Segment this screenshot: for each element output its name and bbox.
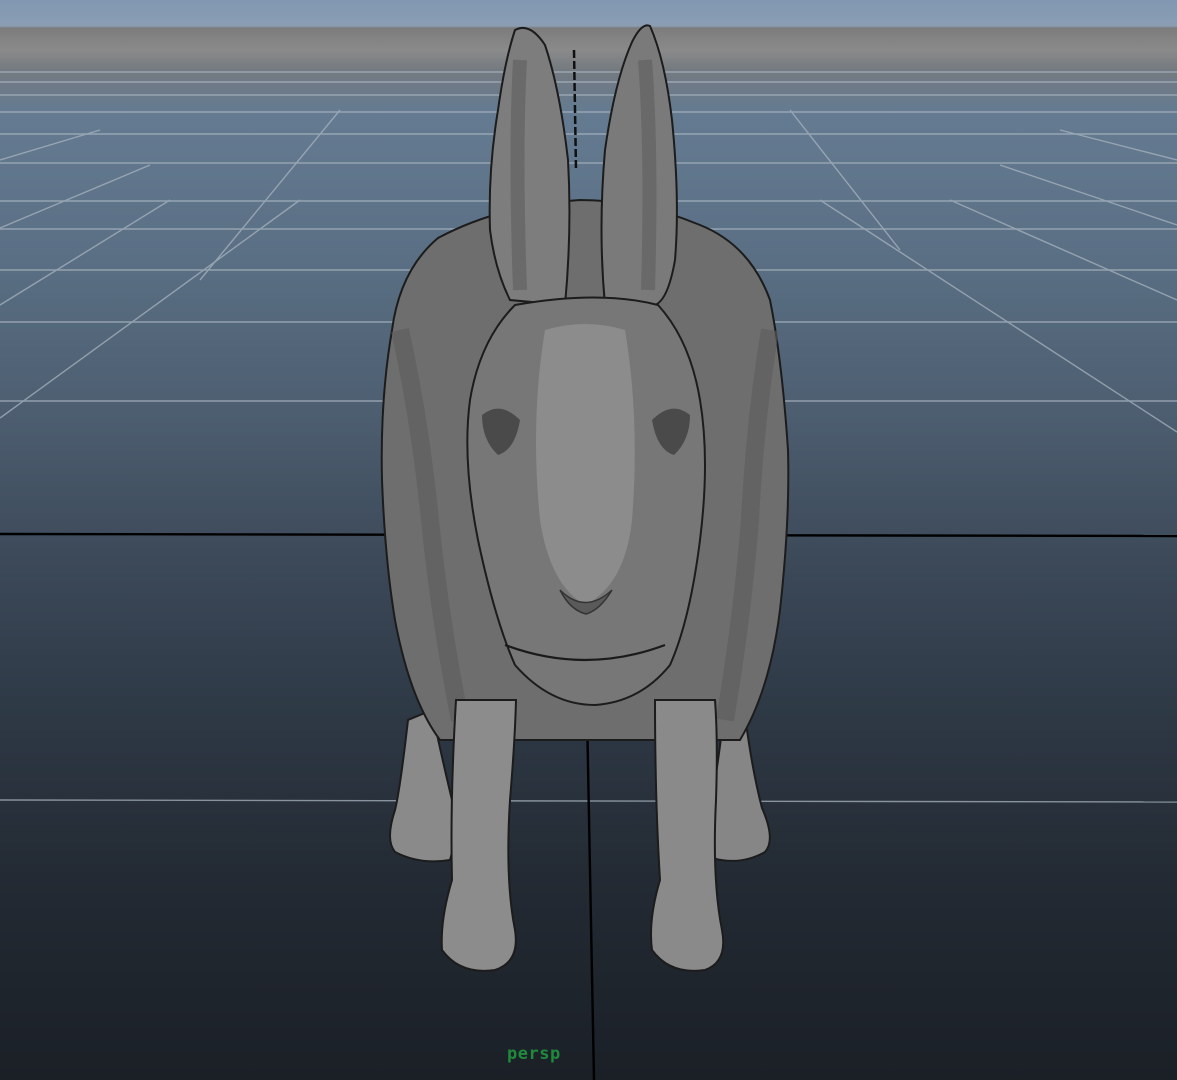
rabbit-front-leg-right[interactable]: [650, 699, 725, 972]
scene-canvas[interactable]: [0, 0, 1177, 1080]
rabbit-mesh[interactable]: [380, 24, 790, 972]
rabbit-front-leg-left[interactable]: [440, 699, 518, 972]
camera-name-label: persp: [507, 1044, 561, 1064]
pivot-marker: [572, 49, 578, 171]
rabbit-ear-left[interactable]: [488, 26, 571, 307]
perspective-viewport[interactable]: persp: [0, 0, 1177, 1080]
